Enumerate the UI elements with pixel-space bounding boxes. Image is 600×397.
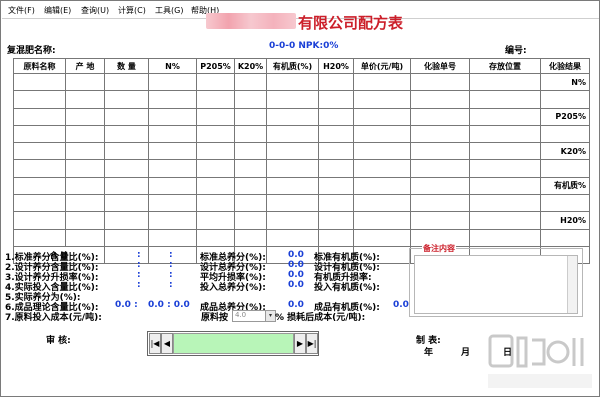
result-label: K20% [540, 142, 590, 161]
memo-label: 备注内容 [422, 243, 456, 254]
menu-edit[interactable]: 编辑(E) [44, 5, 71, 16]
mid-stat-value: 0.0 [288, 270, 304, 280]
mid-stat-value: 0.0 [288, 280, 304, 290]
menu-query[interactable]: 查询(U) [81, 5, 109, 16]
number-label: 编号: [505, 46, 527, 56]
col-header: 化验单号 [410, 58, 470, 74]
first-record-button[interactable]: |◀ [149, 333, 161, 354]
npk-display: 0-0-0 NPK:0% [269, 41, 339, 51]
col-header: 有机质(%) [266, 58, 319, 74]
record-display [173, 333, 294, 354]
loss-rate-select[interactable]: 4.0 ▾ [232, 310, 276, 322]
table-row[interactable] [13, 228, 590, 247]
table-row[interactable]: K20% [13, 142, 590, 161]
formula-table: 原料名称 产 地 数 量 N% P205% K20% 有机质(%) H20% 单… [13, 58, 590, 265]
stat-value: : [137, 260, 141, 270]
memo-group: 备注内容 [409, 243, 583, 317]
mid-stat-value: 0.0 [288, 250, 304, 260]
audit-label: 审 核: [46, 336, 71, 346]
year-label: 年 [424, 348, 434, 358]
stat-value: : [169, 280, 173, 290]
right-stat-value: 0.0 [393, 300, 409, 310]
col-header: K20% [234, 58, 267, 74]
result-label: N% [540, 72, 590, 92]
fertilizer-name-label: 复混肥名称: [7, 46, 56, 56]
result-label: H20% [540, 211, 590, 230]
col-header: N% [148, 58, 197, 74]
table-header-row: 原料名称 产 地 数 量 N% P205% K20% 有机质(%) H20% 单… [13, 58, 590, 74]
menu-file[interactable]: 文件(F) [8, 5, 35, 16]
watermark-logo [488, 334, 592, 388]
stat-value: : [137, 270, 141, 280]
col-header: 数 量 [104, 58, 149, 74]
mid-stat-label: 投入总养分(%): [200, 283, 266, 293]
table-row[interactable]: N% [13, 72, 590, 92]
stat-value: 0.0 : 0.0 [148, 300, 190, 310]
form-title: 有限公司配方表 [298, 14, 404, 32]
record-navigator: |◀ ◀ ▶ ▶| [147, 331, 319, 356]
table-row[interactable]: P205% [13, 107, 590, 126]
col-header: P205% [196, 58, 235, 74]
col-header: 产 地 [65, 58, 105, 74]
menu-calc[interactable]: 计算(C) [118, 5, 146, 16]
prev-record-button[interactable]: ◀ [161, 333, 173, 354]
menu-tools[interactable]: 工具(G) [155, 5, 183, 16]
right-stat-label: 投入有机质(%): [314, 283, 380, 293]
stat-value: : [137, 280, 141, 290]
stat-value: : [137, 250, 141, 260]
memo-textarea[interactable] [414, 255, 578, 314]
last-record-button[interactable]: ▶| [306, 333, 318, 354]
stat-value: : [169, 270, 173, 280]
stat-value: : [169, 260, 173, 270]
month-label: 月 [461, 348, 471, 358]
mid-stat-value: 0.0 [288, 260, 304, 270]
result-label: P205% [540, 107, 590, 126]
col-header: H20% [318, 58, 354, 74]
col-header: 化验结果 [540, 58, 590, 74]
table-row[interactable] [13, 159, 590, 178]
stat-label: 7.原料投入成本(元/吨): [5, 313, 102, 323]
raw-material-label: 原料按 [201, 313, 229, 323]
next-record-button[interactable]: ▶ [294, 333, 306, 354]
company-name-redacted [206, 13, 296, 29]
col-header: 存放位置 [469, 58, 541, 74]
col-header: 原料名称 [13, 58, 66, 74]
mid-stat-value: 0.0 [288, 300, 304, 310]
table-row[interactable]: H20% [13, 211, 590, 230]
result-label: 有机质% [540, 176, 590, 196]
stat-value: : [169, 250, 173, 260]
table-row[interactable]: 有机质% [13, 176, 590, 196]
memo-scrollbar[interactable] [567, 256, 577, 313]
table-row[interactable] [13, 194, 590, 213]
stat-value: 0.0 : [115, 300, 138, 310]
col-header: 单价(元/吨) [353, 58, 411, 74]
table-row[interactable] [13, 124, 590, 144]
chevron-down-icon[interactable]: ▾ [265, 311, 275, 321]
table-row[interactable] [13, 90, 590, 109]
loss-rate-value: 4.0 [235, 311, 247, 319]
loss-cost-label: % 损耗后成本(元/吨): [275, 313, 366, 323]
